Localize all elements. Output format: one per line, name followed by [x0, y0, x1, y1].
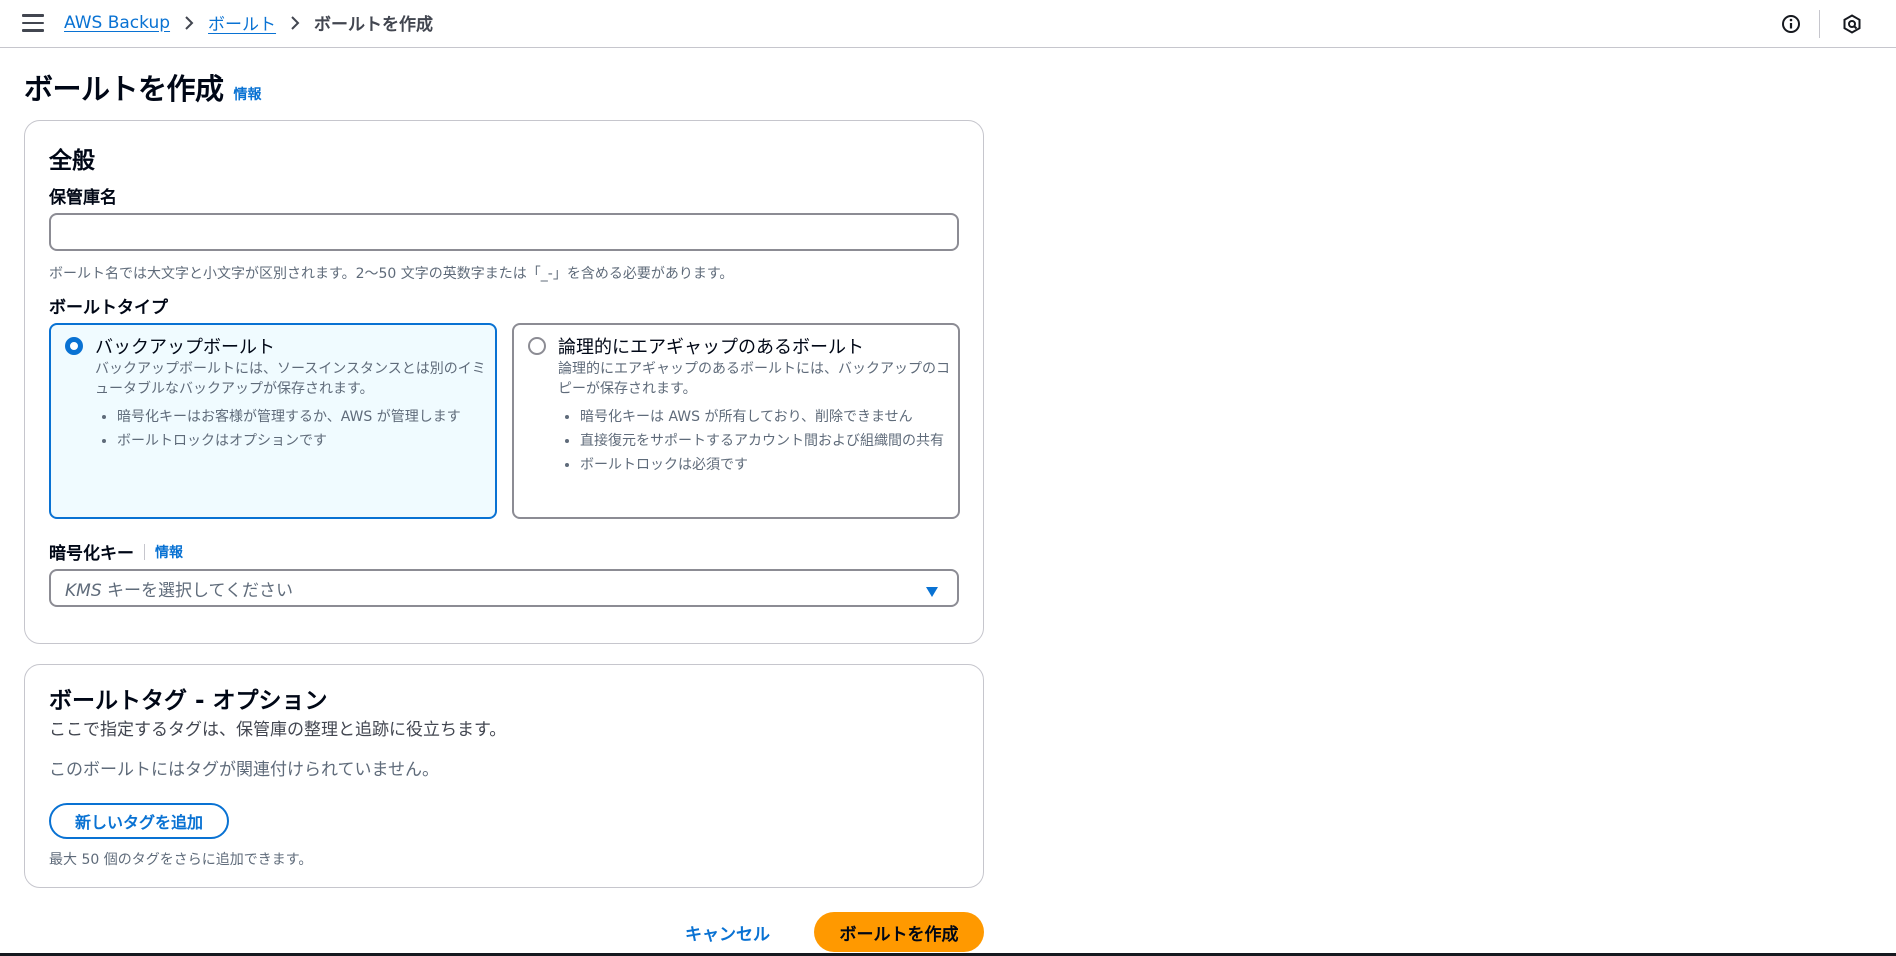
- chevron-right-icon: [184, 15, 194, 31]
- radio-airgapped-vault-description: 論理的にエアギャップのあるボールトには、バックアップのコピーが保存されます。: [558, 361, 950, 397]
- toolbar-divider: [1819, 9, 1820, 38]
- create-vault-button[interactable]: ボールトを作成: [814, 912, 984, 952]
- tags-panel: ボールトタグ - オプション ここで指定するタグは、保管庫の整理と追跡に役立ちま…: [24, 664, 984, 888]
- info-icon[interactable]: [1771, 4, 1811, 44]
- radio-airgapped-vault-title: 論理的にエアギャップのあるボールト: [558, 337, 864, 358]
- encryption-info-link[interactable]: 情報: [155, 542, 183, 562]
- feature-item: ボールトロックはオプションです: [117, 431, 497, 451]
- radio-unselected-icon[interactable]: [528, 337, 546, 355]
- general-panel: 全般 保管庫名 ボールト名では大文字と小文字が区別されます。2〜50 文字の英数…: [24, 120, 984, 644]
- kms-prefix: KMS: [65, 580, 102, 601]
- general-heading: 全般: [49, 148, 95, 174]
- tags-empty-text: このボールトにはタグが関連付けられていません。: [49, 760, 439, 780]
- kms-key-placeholder: KMS キーを選択してください: [65, 576, 293, 601]
- kms-key-select[interactable]: KMS キーを選択してください: [49, 569, 959, 607]
- vault-type-label: ボールトタイプ: [49, 298, 168, 318]
- vault-name-hint: ボールト名では大文字と小文字が区別されます。2〜50 文字の英数字または「_-」…: [49, 266, 734, 282]
- radio-backup-vault[interactable]: バックアップボールト バックアップボールトには、ソースインスタンスとは別のイミュ…: [49, 323, 497, 519]
- vault-name-label: 保管庫名: [49, 188, 117, 208]
- radio-airgapped-vault-features: 暗号化キーは AWS が所有しており、削除できません 直接復元をサポートするアカ…: [558, 407, 960, 479]
- page-info-link[interactable]: 情報: [234, 84, 262, 104]
- radio-selected-icon[interactable]: [65, 337, 83, 355]
- breadcrumb-vaults[interactable]: ボールト: [208, 10, 276, 35]
- settings-hexagon-icon[interactable]: [1832, 4, 1872, 44]
- tags-limit-hint: 最大 50 個のタグをさらに追加できます。: [49, 852, 313, 868]
- feature-item: 直接復元をサポートするアカウント間および組織間の共有: [580, 431, 960, 451]
- breadcrumb: AWS Backup ボールト ボールトを作成: [64, 10, 434, 36]
- menu-icon[interactable]: [22, 14, 44, 32]
- breadcrumb-aws-backup[interactable]: AWS Backup: [64, 13, 170, 33]
- tags-heading: ボールトタグ - オプション: [49, 688, 328, 714]
- top-navigation-bar: AWS Backup ボールト ボールトを作成: [0, 0, 1896, 48]
- add-tag-button[interactable]: 新しいタグを追加: [49, 803, 230, 839]
- feature-item: ボールトロックは必須です: [580, 455, 960, 475]
- radio-backup-vault-features: 暗号化キーはお客様が管理するか、AWS が管理します ボールトロックはオプション…: [95, 407, 497, 455]
- radio-backup-vault-title: バックアップボールト: [95, 337, 275, 358]
- form-actions: キャンセル ボールトを作成: [0, 912, 984, 952]
- chevron-right-icon: [290, 15, 300, 31]
- feature-item: 暗号化キーはお客様が管理するか、AWS が管理します: [117, 407, 497, 427]
- encryption-key-label: 暗号化キー: [49, 544, 134, 564]
- caret-down-icon: [925, 583, 939, 602]
- top-icon-group: [1771, 0, 1896, 47]
- feature-item: 暗号化キーは AWS が所有しており、削除できません: [580, 407, 960, 427]
- breadcrumb-current: ボールトを作成: [314, 15, 434, 35]
- page-title: ボールトを作成: [24, 72, 224, 106]
- tags-description: ここで指定するタグは、保管庫の整理と追跡に役立ちます。: [49, 720, 507, 740]
- label-divider: [144, 543, 145, 560]
- radio-backup-vault-description: バックアップボールトには、ソースインスタンスとは別のイミュータブルなバックアップ…: [95, 361, 486, 397]
- cancel-button[interactable]: キャンセル: [677, 912, 778, 952]
- kms-placeholder-text: キーを選択してください: [101, 580, 293, 601]
- vault-name-input[interactable]: [49, 213, 959, 251]
- encryption-key-label-row: 暗号化キー 情報: [49, 539, 183, 564]
- page-header: ボールトを作成 情報: [24, 66, 262, 108]
- radio-airgapped-vault[interactable]: 論理的にエアギャップのあるボールト 論理的にエアギャップのあるボールトには、バッ…: [512, 323, 960, 519]
